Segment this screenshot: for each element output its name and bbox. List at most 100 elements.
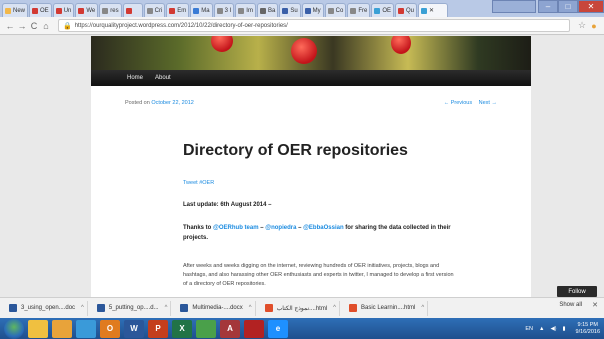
taskbar-app-icon[interactable] [76, 319, 96, 338]
taskbar-app-icon[interactable] [28, 319, 48, 338]
taskbar-app-icon[interactable]: P [148, 319, 168, 338]
download-filename: Basic Learnin....html [361, 305, 416, 311]
lock-icon: 🔒 [63, 22, 72, 30]
posted-date-link[interactable]: October 22, 2012 [151, 100, 194, 106]
tab-favicon-icon [102, 7, 109, 14]
taskbar-app-icon[interactable]: W [124, 319, 144, 338]
maximize-button[interactable]: □ [558, 0, 578, 13]
tab-favicon-icon [259, 7, 266, 14]
menu-item-home[interactable]: Home [127, 75, 143, 81]
close-window-button[interactable]: ✕ [578, 0, 604, 13]
browser-tab[interactable]: My [301, 3, 324, 17]
browser-tab[interactable]: Ma [190, 3, 213, 17]
chevron-up-icon[interactable]: ^ [333, 305, 336, 311]
lantern-decoration [291, 38, 317, 64]
browser-tab-active[interactable]: ✕ [418, 3, 449, 17]
taskbar-app-icon[interactable] [52, 319, 72, 338]
taskbar-app-icon[interactable] [196, 319, 216, 338]
taskbar-app-icon[interactable]: O [100, 319, 120, 338]
file-icon [96, 304, 105, 312]
tray-arrow-icon[interactable]: ▲ [539, 326, 544, 332]
post-paragraph: After weeks and weeks digging on the int… [183, 263, 454, 287]
browser-tab[interactable]: Im [235, 3, 256, 17]
download-item[interactable]: نموذج الكتاب....html ^ [262, 300, 340, 316]
chevron-up-icon[interactable]: ^ [421, 305, 424, 311]
tab-label: Ma [201, 7, 210, 14]
browser-tab[interactable]: Fre [347, 3, 371, 17]
window-brand-button[interactable] [492, 0, 536, 13]
forward-icon[interactable]: → [16, 21, 28, 31]
oerhub-link[interactable]: @OERhub team [213, 225, 259, 231]
taskbar-app-icon[interactable]: X [172, 319, 192, 338]
address-bar[interactable]: 🔒 https://ourqualityproject.wordpress.co… [58, 19, 570, 32]
tweet-link[interactable]: Tweet #OER [183, 180, 214, 186]
post-title: Directory of OER repositories [183, 142, 408, 159]
tab-label: New [13, 7, 26, 14]
tab-favicon-icon [78, 7, 85, 14]
file-icon [264, 304, 273, 312]
browser-tab[interactable]: Ba [256, 3, 279, 17]
previous-link[interactable]: ← Previous [444, 100, 472, 106]
download-item[interactable]: 3_using_open....doc ^ [6, 300, 88, 316]
browser-tab[interactable]: Qu [395, 3, 418, 17]
post-navigation: ← Previous Next → [439, 100, 497, 106]
browser-tab[interactable]: New [2, 3, 29, 17]
browser-tab[interactable]: Em [166, 3, 190, 17]
taskbar-app-icon[interactable] [244, 319, 264, 338]
volume-icon[interactable]: ◀) [550, 326, 556, 332]
browser-tab[interactable]: OE [371, 3, 394, 17]
extension-icon[interactable]: ● [588, 21, 600, 31]
tab-favicon-icon [55, 7, 62, 14]
download-item[interactable]: Multimedia-....docx ^ [177, 300, 256, 316]
tab-favicon-icon [304, 7, 311, 14]
chevron-up-icon[interactable]: ^ [249, 305, 252, 311]
close-icon[interactable]: ✕ [592, 301, 598, 309]
tab-label: Co [335, 7, 344, 14]
language-indicator[interactable]: EN [525, 326, 533, 332]
tab-label: Em [177, 7, 187, 14]
browser-tab[interactable]: Co [324, 3, 347, 17]
back-icon[interactable]: ← [4, 21, 16, 31]
browser-tab[interactable]: We [75, 3, 99, 17]
download-item[interactable]: 5_putting_op....d... ^ [94, 300, 172, 316]
tab-favicon-icon [238, 7, 245, 14]
browser-tab[interactable]: Su [279, 3, 301, 17]
tab-favicon-icon [193, 7, 200, 14]
window-controls: – □ ✕ [492, 0, 604, 14]
tab-label: 3 I [224, 7, 232, 14]
download-item[interactable]: Basic Learnin....html ^ [346, 300, 429, 316]
browser-tab[interactable] [122, 3, 143, 17]
tab-favicon-icon [5, 7, 11, 14]
lantern-decoration [211, 36, 233, 52]
taskbar-app-icon[interactable]: e [268, 319, 288, 338]
tab-label: My [312, 7, 321, 14]
minimize-button[interactable]: – [538, 0, 558, 13]
menu-item-about[interactable]: About [155, 75, 171, 81]
browser-tab[interactable]: Un [52, 3, 75, 17]
start-button[interactable] [4, 318, 24, 339]
thanks-text: Thanks to @OERhub team – @nopiedra – @Eb… [183, 223, 453, 243]
chevron-up-icon[interactable]: ^ [165, 305, 168, 311]
follow-button[interactable]: Follow [557, 286, 597, 297]
system-tray: EN ▲ ◀) ▮ 9:15 PM 9/16/2016 [525, 318, 600, 339]
clock[interactable]: 9:15 PM 9/16/2016 [576, 322, 600, 336]
browser-tab[interactable]: Cri [143, 3, 166, 17]
close-tab-icon[interactable]: ✕ [429, 7, 434, 14]
follow-label: Follow [568, 288, 586, 295]
network-icon[interactable]: ▮ [563, 326, 566, 332]
ebbaossian-link[interactable]: @EbbaOssian [303, 225, 344, 231]
bookmark-star-icon[interactable]: ☆ [576, 20, 588, 31]
browser-tab[interactable]: OE [29, 3, 52, 17]
taskbar-app-icon[interactable]: A [220, 319, 240, 338]
tab-label: Im [246, 7, 253, 14]
show-all-downloads-link[interactable]: Show all [559, 302, 582, 308]
next-link[interactable]: Next → [479, 100, 497, 106]
home-icon[interactable]: ⌂ [40, 21, 52, 31]
tab-favicon-icon [398, 7, 404, 14]
chevron-up-icon[interactable]: ^ [81, 305, 84, 311]
browser-tab[interactable]: res [99, 3, 122, 17]
nopiedra-link[interactable]: @nopiedra [265, 225, 296, 231]
browser-tab[interactable]: 3 I [213, 3, 235, 17]
reload-icon[interactable]: C [28, 21, 40, 31]
file-icon [180, 304, 189, 312]
